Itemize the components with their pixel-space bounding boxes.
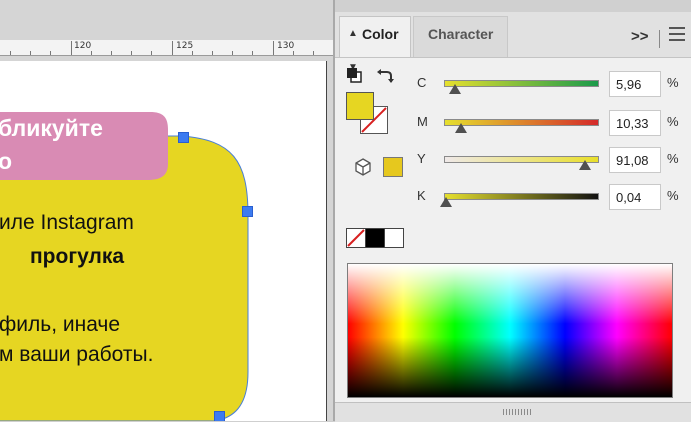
tab-label: Color (362, 26, 399, 42)
unit-label: % (667, 75, 679, 90)
tab-color[interactable]: ▲ ▼ Color (339, 16, 411, 73)
black-swatch[interactable] (365, 228, 385, 248)
body-text-line: прогулка (30, 245, 125, 268)
k-value-input[interactable]: 0,04 (609, 184, 661, 210)
k-slider-thumb[interactable] (440, 197, 452, 207)
unit-label: % (667, 188, 679, 203)
body-text-line: иле Instagram (0, 211, 134, 234)
body-text-line: м ваши работы. (0, 343, 154, 366)
k-slider-track[interactable] (444, 193, 599, 200)
selection-handle[interactable] (242, 206, 253, 217)
object-icon[interactable] (354, 158, 372, 176)
panel-menu-icon[interactable] (669, 27, 685, 45)
panel-tab-bar: ▲ ▼ Color Character >> (335, 12, 691, 73)
y-value-input[interactable]: 91,08 (609, 147, 661, 173)
none-swatch[interactable] (346, 228, 366, 248)
pink-box-text: бликуйте (0, 115, 103, 141)
fill-swatch[interactable] (346, 92, 374, 120)
c-value-input[interactable]: 5,96 (609, 71, 661, 97)
slider-row-k: K 0,04 % (417, 184, 687, 210)
color-panel: ▲ ▼ Color Character >> C 5,96 % M 10,33 … (333, 0, 691, 422)
panel-overflow-icon[interactable]: >> (631, 28, 649, 45)
slider-label: C (417, 75, 427, 90)
pink-box-text: о (0, 148, 13, 174)
quick-swatches (346, 228, 406, 248)
slider-row-c: C 5,96 % (417, 71, 687, 97)
slider-row-y: Y 91,08 % (417, 147, 687, 173)
selection-handle[interactable] (214, 411, 225, 421)
divider (659, 30, 660, 48)
object-color-swatch[interactable] (383, 157, 403, 177)
unit-label: % (667, 151, 679, 166)
slider-label: K (417, 188, 426, 203)
swap-fill-stroke-icon[interactable] (376, 67, 394, 85)
panel-resize-grip[interactable] (335, 402, 691, 422)
slider-label: Y (417, 151, 426, 166)
m-slider-thumb[interactable] (455, 123, 468, 133)
document-canvas[interactable]: 120 125 130 бликуйте о иле Instagram про… (0, 0, 333, 421)
c-slider-thumb[interactable] (449, 84, 462, 94)
body-text-line: филь, иначе (0, 313, 121, 336)
slider-label: M (417, 114, 428, 129)
white-swatch[interactable] (384, 228, 404, 248)
color-spectrum[interactable] (347, 263, 673, 398)
y-slider-thumb[interactable] (579, 160, 592, 170)
default-fill-stroke-icon[interactable] (346, 67, 362, 83)
y-slider-track[interactable] (444, 156, 599, 163)
slider-row-m: M 10,33 % (417, 110, 687, 136)
unit-label: % (667, 114, 679, 129)
selection-handle[interactable] (178, 132, 189, 143)
tab-label: Character (428, 26, 494, 42)
tab-character[interactable]: Character (413, 16, 508, 57)
m-value-input[interactable]: 10,33 (609, 110, 661, 136)
c-slider-track[interactable] (444, 80, 599, 87)
